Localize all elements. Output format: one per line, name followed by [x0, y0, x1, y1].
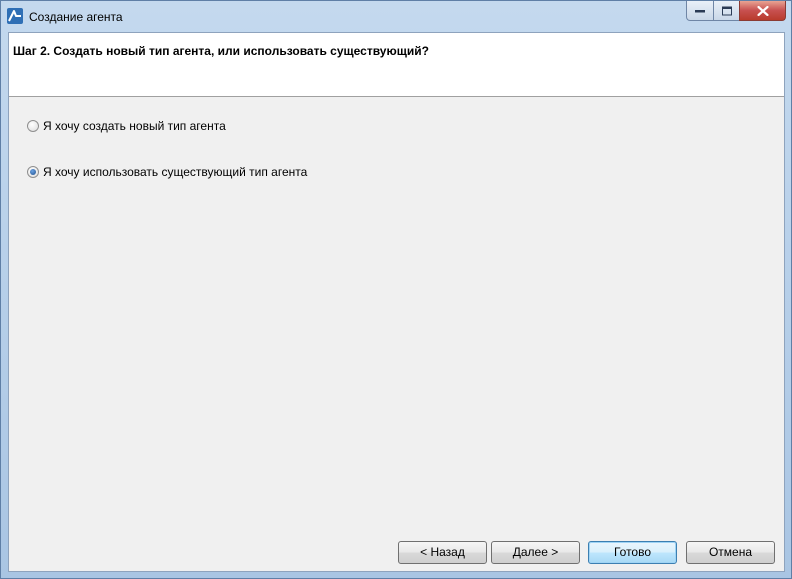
wizard-header: Шаг 2. Создать новый тип агента, или исп… — [9, 33, 784, 97]
cancel-button[interactable]: Отмена — [686, 541, 775, 564]
radio-create-new[interactable] — [27, 120, 39, 132]
radio-use-existing[interactable] — [27, 166, 39, 178]
close-icon — [757, 5, 768, 16]
option-create-new[interactable]: Я хочу создать новый тип агента — [27, 118, 226, 134]
option-label[interactable]: Я хочу создать новый тип агента — [43, 119, 226, 133]
app-logo-icon — [7, 8, 23, 24]
window-title: Создание агента — [29, 10, 123, 24]
maximize-icon — [721, 6, 732, 15]
next-button[interactable]: Далее > — [491, 541, 580, 564]
option-use-existing[interactable]: Я хочу использовать существующий тип аге… — [27, 164, 307, 180]
close-button[interactable] — [739, 1, 786, 21]
wizard-client-area: Шаг 2. Создать новый тип агента, или исп… — [8, 32, 785, 572]
page-title: Шаг 2. Создать новый тип агента, или исп… — [13, 44, 429, 58]
back-button[interactable]: < Назад — [398, 541, 487, 564]
option-label[interactable]: Я хочу использовать существующий тип аге… — [43, 165, 307, 179]
title-bar[interactable]: Создание агента — [1, 1, 791, 32]
minimize-icon — [695, 9, 705, 12]
wizard-window: Создание агента Шаг 2. Создать новый тип… — [0, 0, 792, 579]
maximize-button[interactable] — [713, 1, 740, 21]
minimize-button[interactable] — [686, 1, 714, 21]
finish-button[interactable]: Готово — [588, 541, 677, 564]
